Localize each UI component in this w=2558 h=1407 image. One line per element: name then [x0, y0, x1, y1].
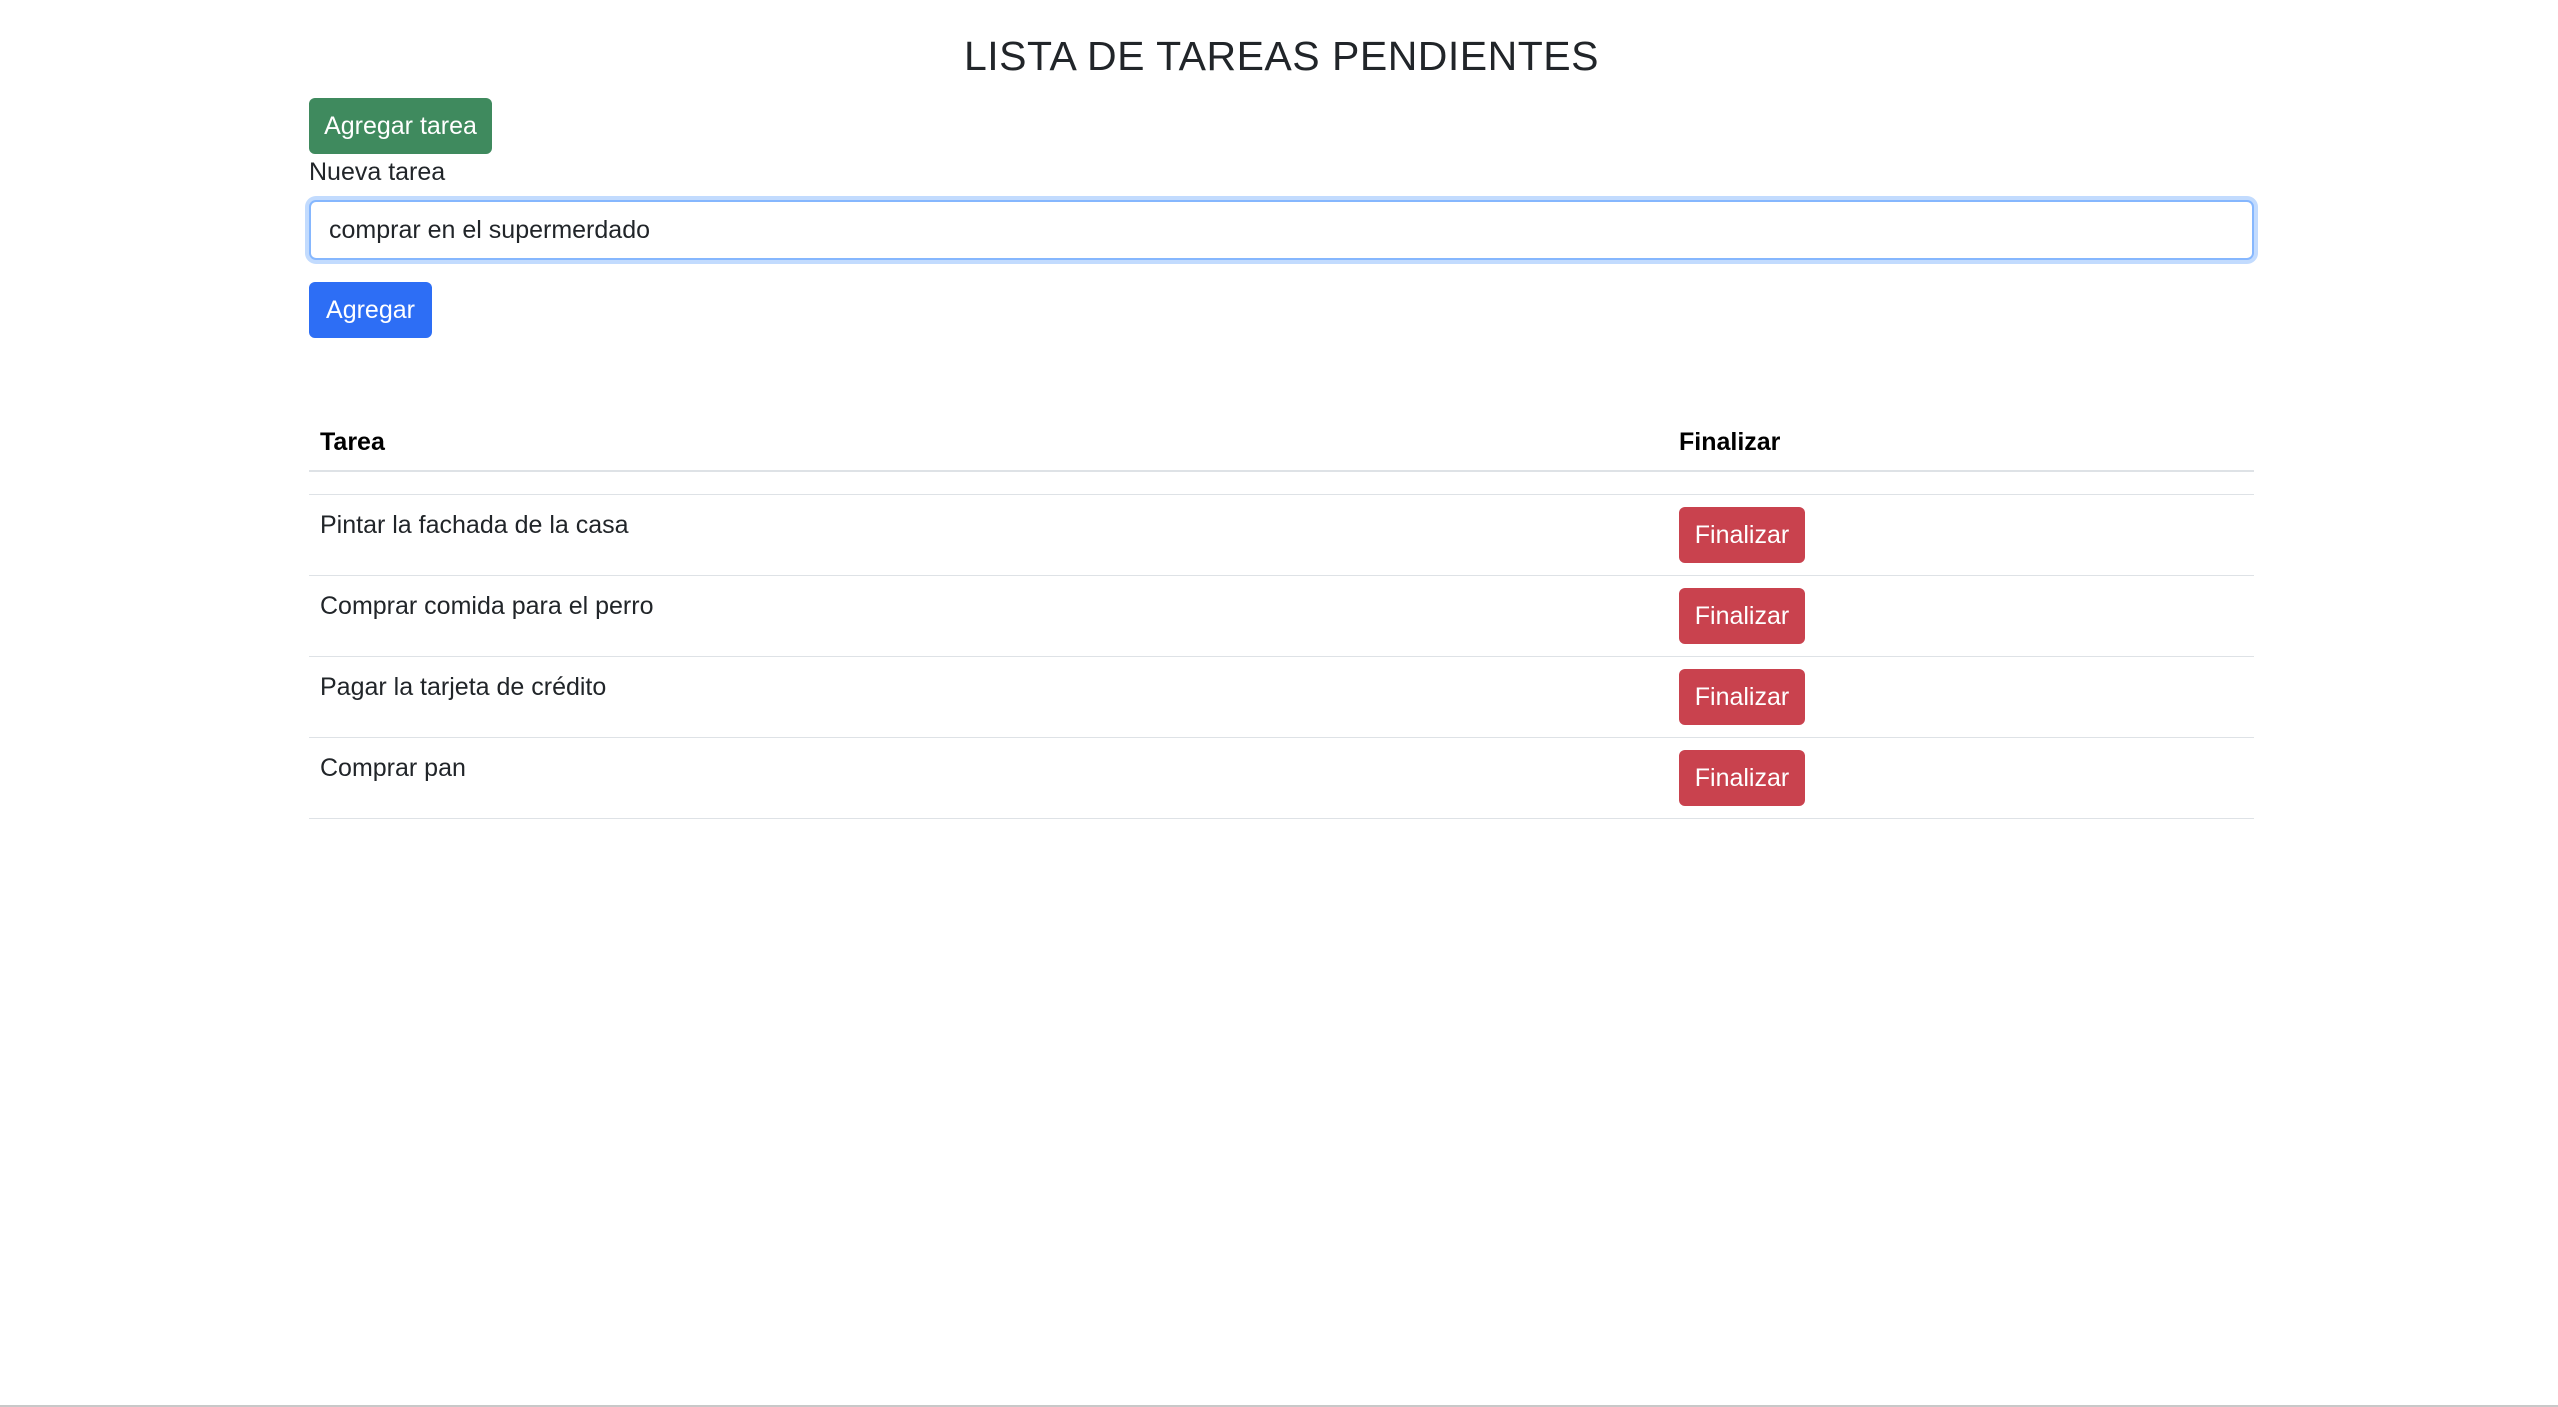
new-task-label: Nueva tarea [309, 158, 446, 186]
add-task-toggle-button[interactable]: Agregar tarea [309, 98, 492, 154]
finish-button[interactable]: Finalizar [1679, 588, 1805, 644]
table-row: Comprar comida para el perro Finalizar [309, 576, 2254, 657]
column-header-finish: Finalizar [1679, 428, 1781, 456]
finish-button[interactable]: Finalizar [1679, 507, 1805, 563]
add-button[interactable]: Agregar [309, 282, 432, 338]
table-row: Comprar pan Finalizar [309, 738, 2254, 819]
new-task-input[interactable] [309, 200, 2254, 260]
table-spacer-row [309, 472, 2254, 495]
column-header-task: Tarea [320, 428, 385, 456]
task-name: Comprar pan [320, 754, 466, 782]
finish-button[interactable]: Finalizar [1679, 750, 1805, 806]
task-table: Tarea Finalizar Pintar la fachada de la … [309, 412, 2254, 819]
task-name: Pintar la fachada de la casa [320, 511, 629, 539]
table-header: Tarea Finalizar [309, 412, 2254, 472]
task-name: Pagar la tarjeta de crédito [320, 673, 607, 701]
task-name: Comprar comida para el perro [320, 592, 654, 620]
table-row: Pagar la tarjeta de crédito Finalizar [309, 657, 2254, 738]
page: LISTA DE TAREAS PENDIENTES Agregar tarea… [0, 0, 2558, 1407]
finish-button[interactable]: Finalizar [1679, 669, 1805, 725]
page-title: LISTA DE TAREAS PENDIENTES [963, 33, 1599, 79]
table-row: Pintar la fachada de la casa Finalizar [309, 495, 2254, 576]
